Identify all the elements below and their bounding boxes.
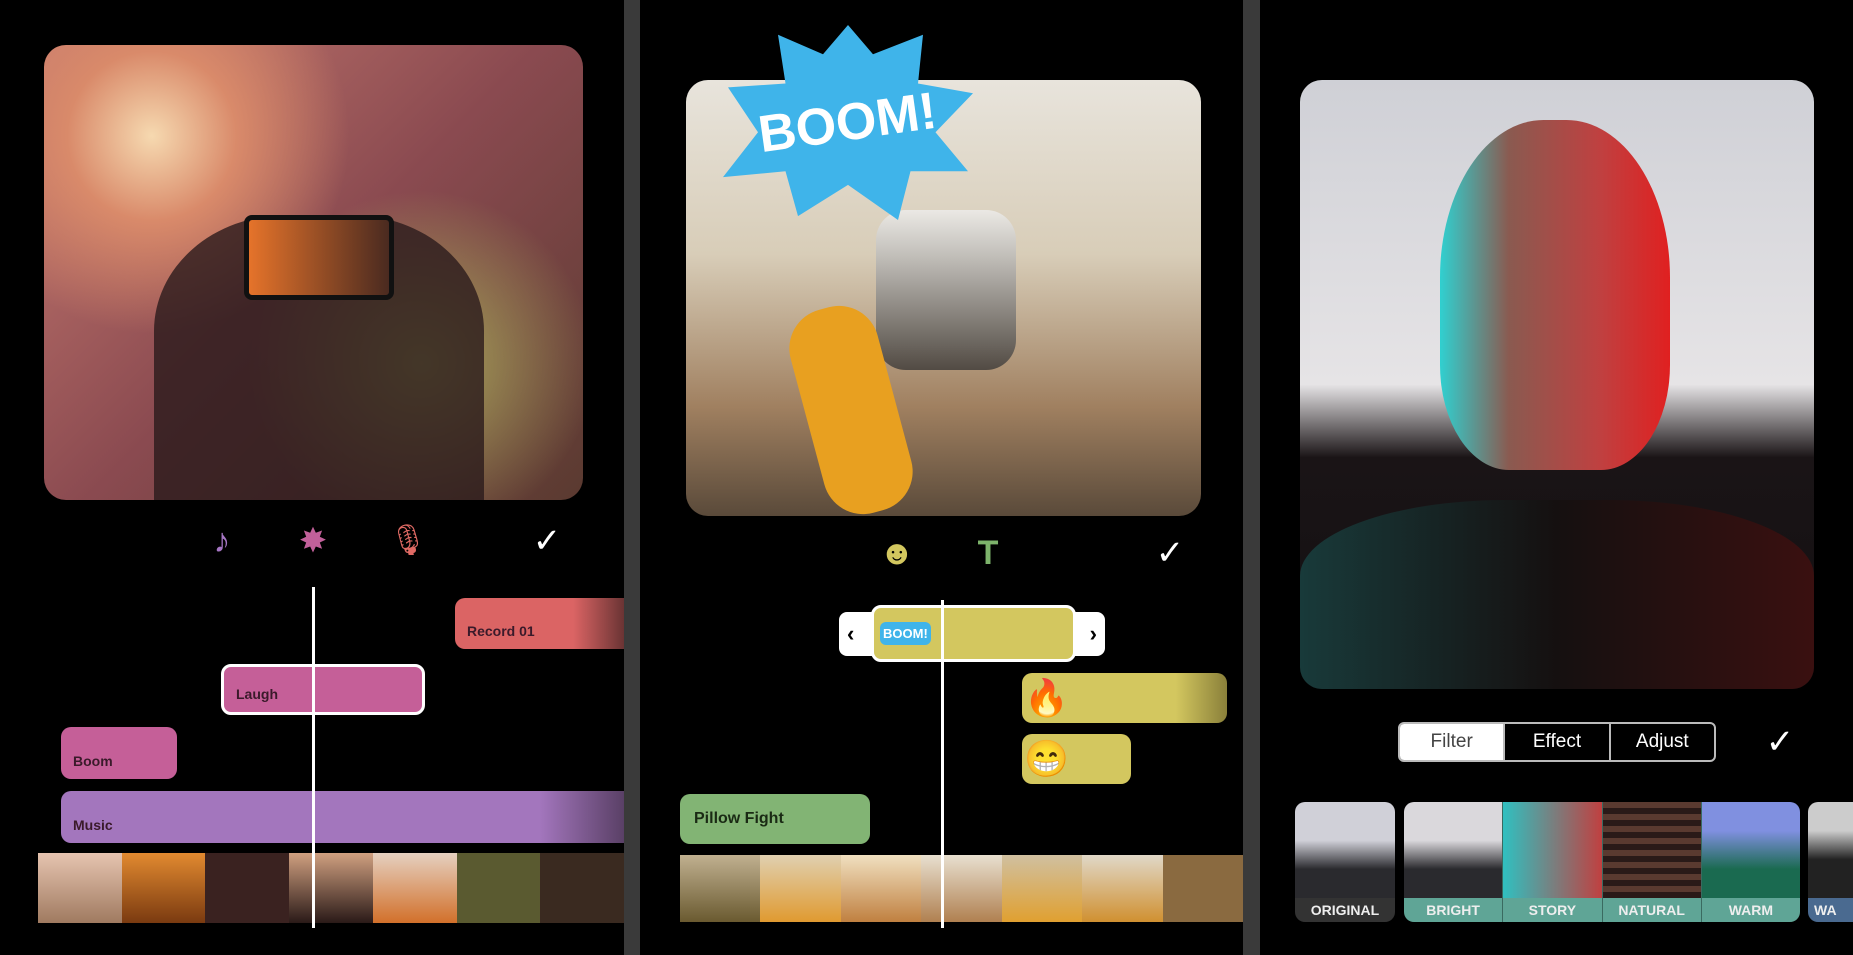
sticker-icon[interactable]: ☻	[879, 536, 915, 570]
filter-group: BRIGHT STORY NATURAL WARM	[1404, 802, 1800, 922]
skater-in-photo	[876, 210, 1016, 370]
filter-warm[interactable]: WARM	[1700, 802, 1800, 922]
text-icon[interactable]: T	[978, 536, 999, 570]
clip-laugh[interactable]: Laugh	[221, 664, 425, 715]
filter-natural[interactable]: NATURAL	[1601, 802, 1701, 922]
checkmark-icon[interactable]: ✓	[1156, 536, 1185, 570]
video-preview	[44, 45, 583, 500]
clip-boom-sticker[interactable]: BOOM!	[871, 605, 1076, 662]
clip-label: Record 01	[467, 623, 535, 639]
clip-label: Laugh	[236, 686, 278, 702]
filter-partial[interactable]: WA	[1808, 802, 1853, 922]
video-filmstrip[interactable]	[38, 853, 624, 923]
filter-label: STORY	[1503, 898, 1602, 922]
filter-story[interactable]: STORY	[1502, 802, 1602, 922]
person-in-photo	[1440, 120, 1670, 470]
playhead[interactable]	[941, 600, 944, 928]
tab-effect[interactable]: Effect	[1503, 724, 1608, 760]
clip-music[interactable]: Music	[61, 791, 624, 843]
video-preview	[1300, 80, 1814, 689]
clip-boom[interactable]: Boom	[61, 727, 177, 779]
sticker-text: BOOM!	[755, 81, 941, 164]
filter-bright[interactable]: BRIGHT	[1404, 802, 1503, 922]
filter-label: ORIGINAL	[1295, 898, 1395, 922]
shirt-in-photo	[1300, 500, 1814, 689]
sound-effect-icon[interactable]: ✸	[299, 524, 328, 558]
trim-right-handle[interactable]: ›	[1090, 621, 1097, 647]
tab-filter[interactable]: Filter	[1400, 724, 1504, 760]
filter-label: WA	[1808, 898, 1853, 922]
clip-grin-sticker[interactable]: 😁	[1022, 734, 1131, 784]
clip-fire-sticker[interactable]: 🔥	[1022, 673, 1227, 723]
panel-divider	[624, 0, 640, 955]
trim-left-handle[interactable]: ‹	[847, 621, 854, 647]
clip-label: Music	[73, 817, 113, 833]
filter-original[interactable]: ORIGINAL	[1295, 802, 1395, 922]
clip-pillow-fight[interactable]: Pillow Fight	[680, 794, 870, 844]
checkmark-icon[interactable]: ✓	[533, 524, 562, 558]
playhead[interactable]	[312, 587, 315, 928]
music-add-icon[interactable]: ♪	[214, 524, 231, 558]
checkmark-icon[interactable]: ✓	[1766, 725, 1795, 759]
tab-adjust[interactable]: Adjust	[1608, 724, 1714, 760]
microphone-icon[interactable]: 🎙	[389, 526, 427, 556]
filter-label: NATURAL	[1602, 898, 1701, 922]
clip-label: BOOM!	[880, 622, 931, 645]
clip-label: Pillow Fight	[694, 810, 784, 827]
panel-divider	[1243, 0, 1260, 955]
clip-record[interactable]: Record 01	[455, 598, 624, 649]
filter-label: BRIGHT	[1404, 898, 1503, 922]
clip-label: Boom	[73, 753, 113, 769]
filter-tabs: Filter Effect Adjust	[1398, 722, 1716, 762]
filter-label: WARM	[1701, 898, 1800, 922]
phone-in-photo	[244, 215, 394, 300]
video-filmstrip[interactable]	[680, 855, 1243, 922]
clip-label: 🔥	[1024, 677, 1069, 718]
clip-label: 😁	[1024, 738, 1069, 779]
